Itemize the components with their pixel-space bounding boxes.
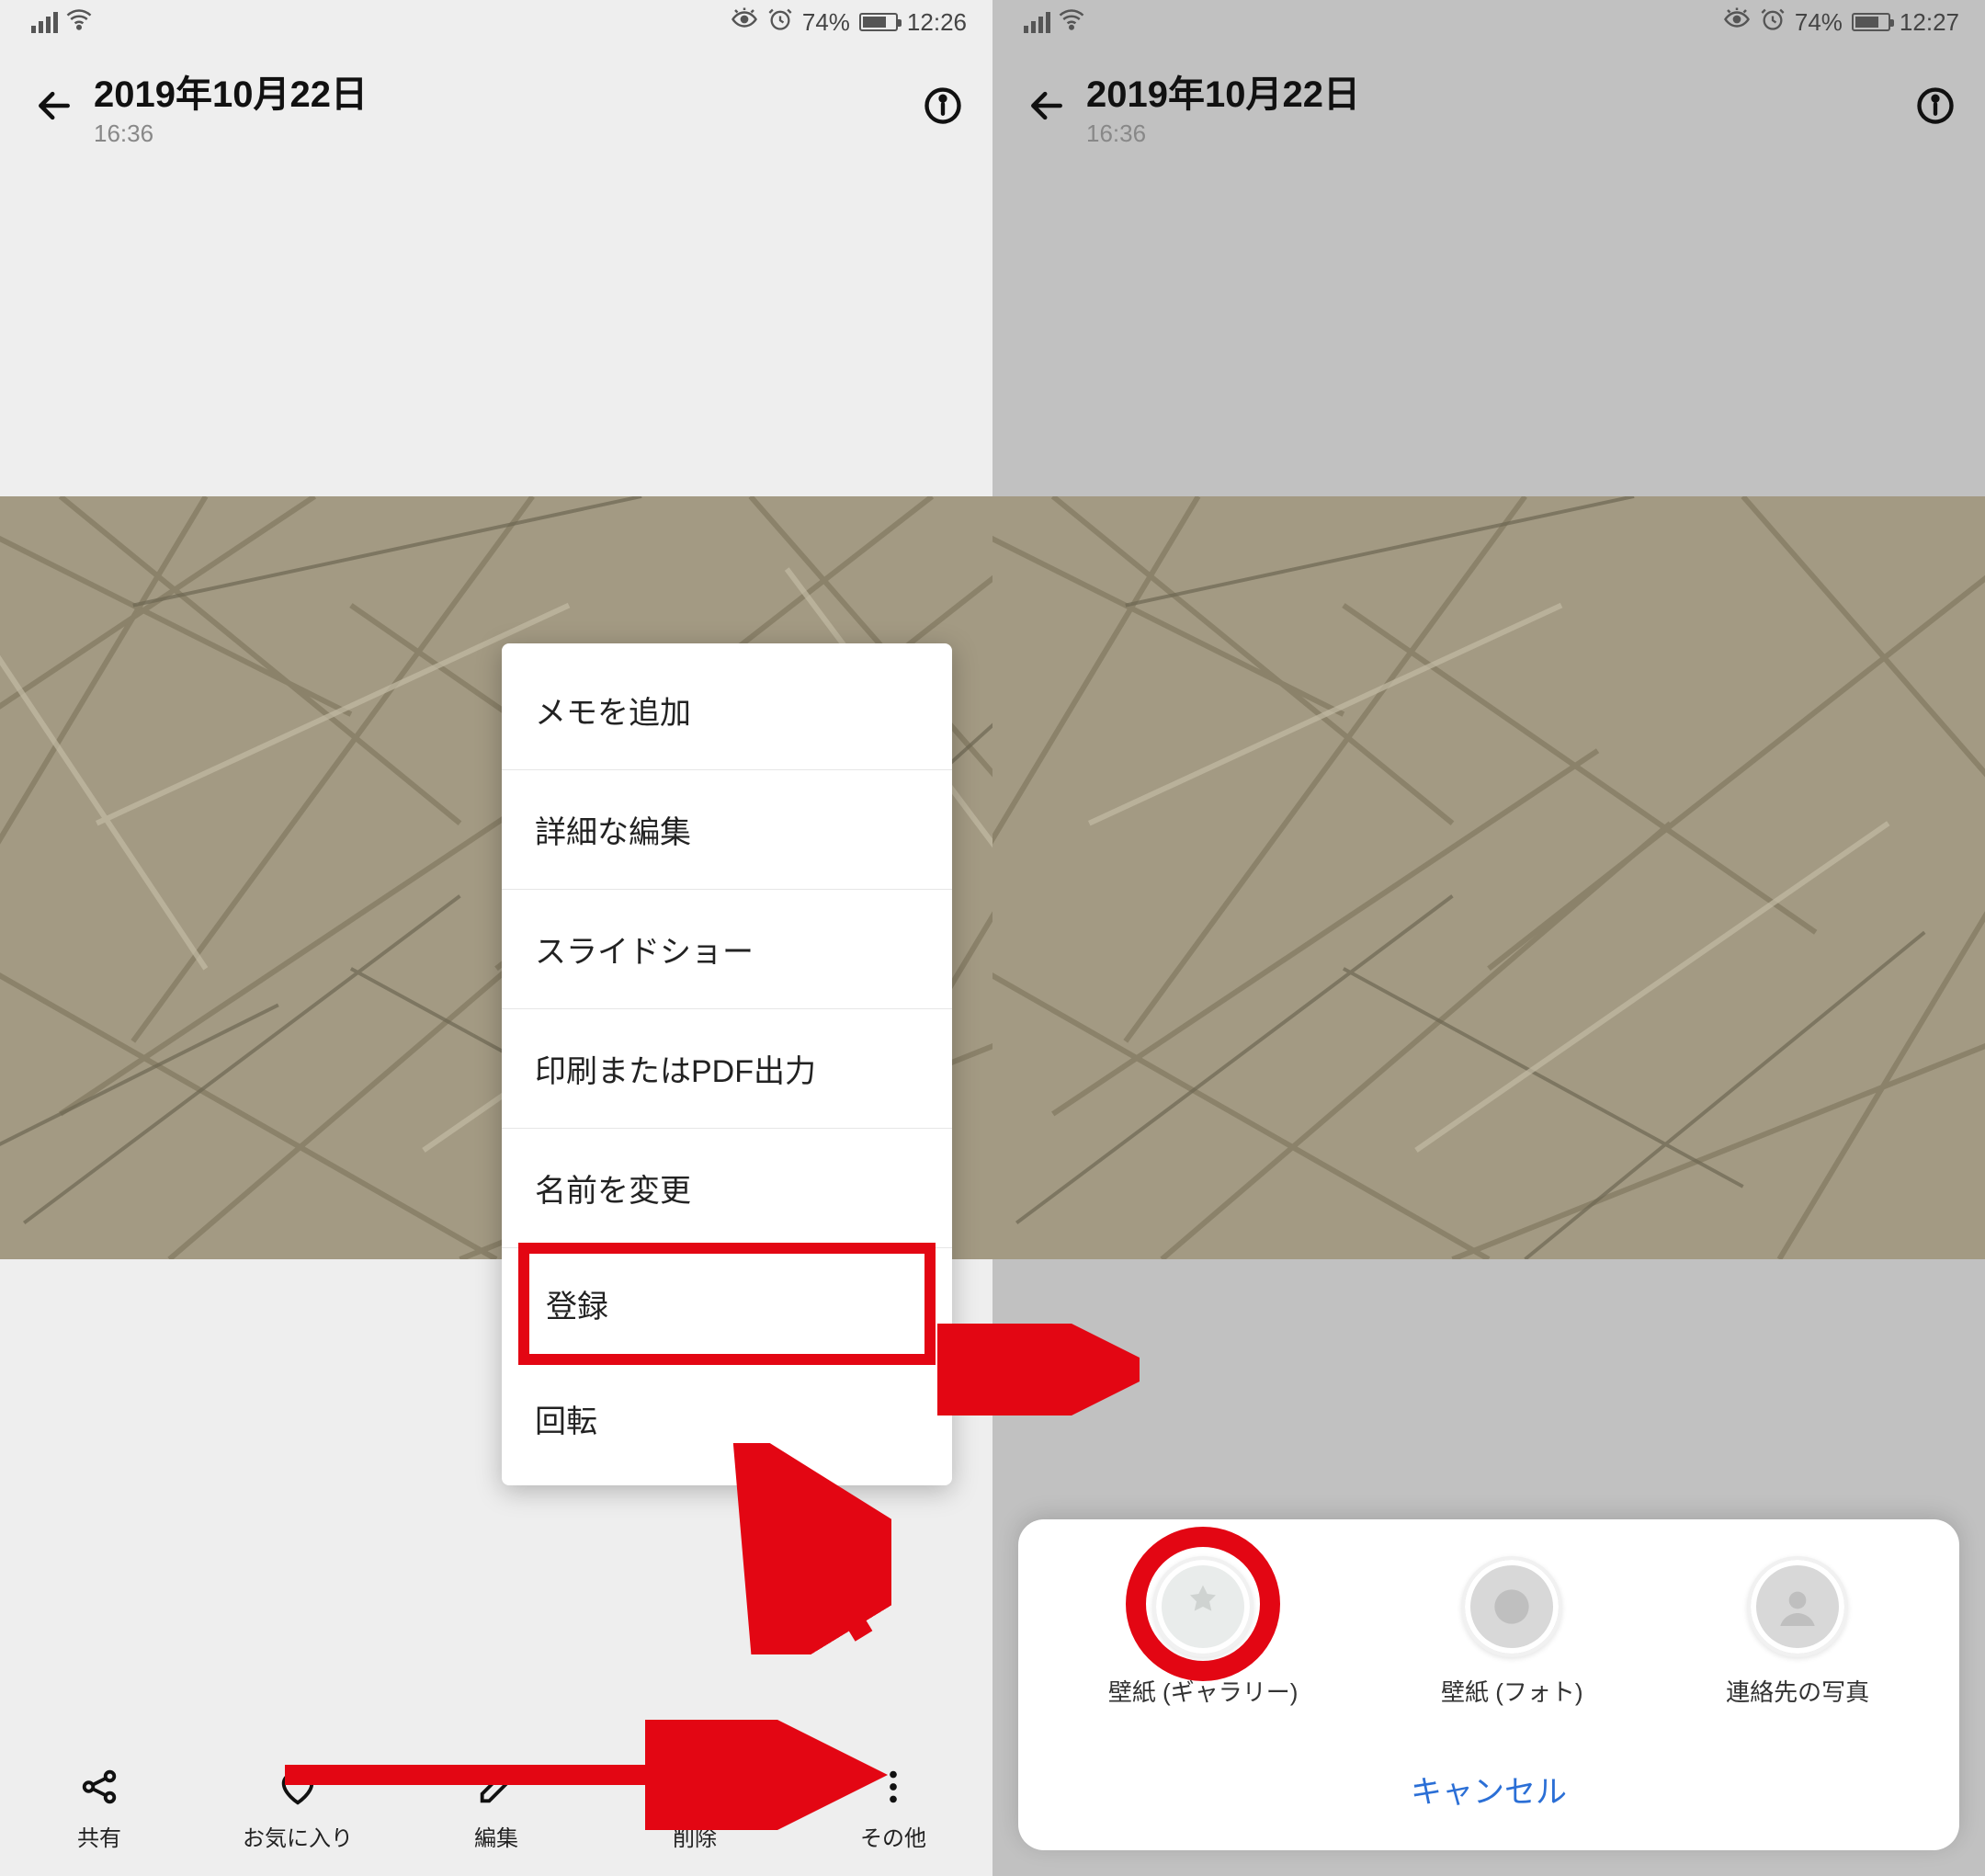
pencil-icon [475, 1763, 517, 1811]
back-button[interactable] [1015, 85, 1079, 126]
toolbar-delete[interactable]: 削除 [596, 1763, 794, 1852]
info-button[interactable] [1908, 86, 1963, 125]
eye-comfort-icon [731, 6, 758, 40]
toolbar-share-label: 共有 [77, 1820, 121, 1852]
contact-photo-icon [1747, 1556, 1848, 1657]
screenshot-right: 74% 12:27 2019年10月22日 16:36 [992, 0, 1985, 1876]
status-time: 12:26 [907, 8, 967, 37]
option-contact-photo[interactable]: 連絡先の写真 [1726, 1556, 1869, 1708]
header: 2019年10月22日 16:36 [992, 44, 1985, 167]
menu-rename[interactable]: 名前を変更 [502, 1129, 952, 1248]
share-icon [78, 1763, 120, 1811]
wifi-icon [1058, 6, 1085, 40]
info-button[interactable] [915, 86, 970, 125]
option-wallpaper-photo-label: 壁紙 (フォト) [1441, 1674, 1583, 1708]
menu-rotate[interactable]: 回転 [502, 1359, 952, 1478]
screenshot-left: 74% 12:26 2019年10月22日 16:36 [0, 0, 992, 1876]
toolbar-more[interactable]: その他 [794, 1763, 992, 1852]
back-button[interactable] [22, 85, 86, 126]
toolbar-favorite[interactable]: お気に入り [198, 1763, 397, 1852]
alarm-icon [1760, 6, 1786, 39]
menu-add-memo[interactable]: メモを追加 [502, 651, 952, 770]
battery-percentage: 74% [802, 8, 850, 37]
page-subtitle: 16:36 [1086, 119, 1908, 148]
option-wallpaper-photo[interactable]: 壁紙 (フォト) [1441, 1556, 1583, 1708]
more-icon [872, 1763, 914, 1811]
menu-register[interactable]: 登録 [518, 1243, 936, 1365]
wallpaper-photo-icon [1461, 1556, 1562, 1657]
toolbar-edit[interactable]: 編集 [397, 1763, 596, 1852]
status-time: 12:27 [1900, 8, 1959, 37]
heart-icon [277, 1763, 319, 1811]
menu-slideshow[interactable]: スライドショー [502, 890, 952, 1009]
wallpaper-gallery-icon [1152, 1556, 1253, 1657]
bottom-toolbar: 共有 お気に入り 編集 削除 その他 [0, 1738, 992, 1876]
toolbar-share[interactable]: 共有 [0, 1763, 198, 1852]
menu-advanced-edit[interactable]: 詳細な編集 [502, 770, 952, 890]
sheet-cancel-button[interactable]: キャンセル [1037, 1735, 1941, 1828]
status-bar: 74% 12:27 [992, 0, 1985, 44]
toolbar-edit-label: 編集 [474, 1820, 518, 1852]
signal-icon [31, 12, 58, 33]
set-as-sheet: 壁紙 (ギャラリー) 壁紙 (フォト) 連絡先の写真 キャンセル [1018, 1519, 1959, 1850]
option-wallpaper-gallery[interactable]: 壁紙 (ギャラリー) [1108, 1556, 1299, 1708]
overflow-menu: メモを追加 詳細な編集 スライドショー 印刷またはPDF出力 名前を変更 登録 … [502, 643, 952, 1485]
battery-icon [859, 13, 898, 31]
signal-icon [1024, 12, 1050, 33]
page-title: 2019年10月22日 [1086, 64, 1908, 118]
header: 2019年10月22日 16:36 [0, 44, 992, 167]
menu-print-pdf[interactable]: 印刷またはPDF出力 [502, 1009, 952, 1129]
wifi-icon [65, 6, 93, 40]
battery-percentage: 74% [1795, 8, 1843, 37]
photo-preview[interactable] [992, 496, 1985, 1259]
page-title: 2019年10月22日 [94, 64, 915, 118]
alarm-icon [767, 6, 793, 39]
toolbar-favorite-label: お気に入り [243, 1820, 353, 1852]
option-wallpaper-gallery-label: 壁紙 (ギャラリー) [1108, 1674, 1299, 1708]
option-contact-photo-label: 連絡先の写真 [1726, 1674, 1869, 1708]
trash-icon [674, 1763, 716, 1811]
toolbar-more-label: その他 [860, 1820, 926, 1852]
toolbar-delete-label: 削除 [673, 1820, 717, 1852]
page-subtitle: 16:36 [94, 119, 915, 148]
status-bar: 74% 12:26 [0, 0, 992, 44]
battery-icon [1852, 13, 1890, 31]
eye-comfort-icon [1723, 6, 1751, 40]
